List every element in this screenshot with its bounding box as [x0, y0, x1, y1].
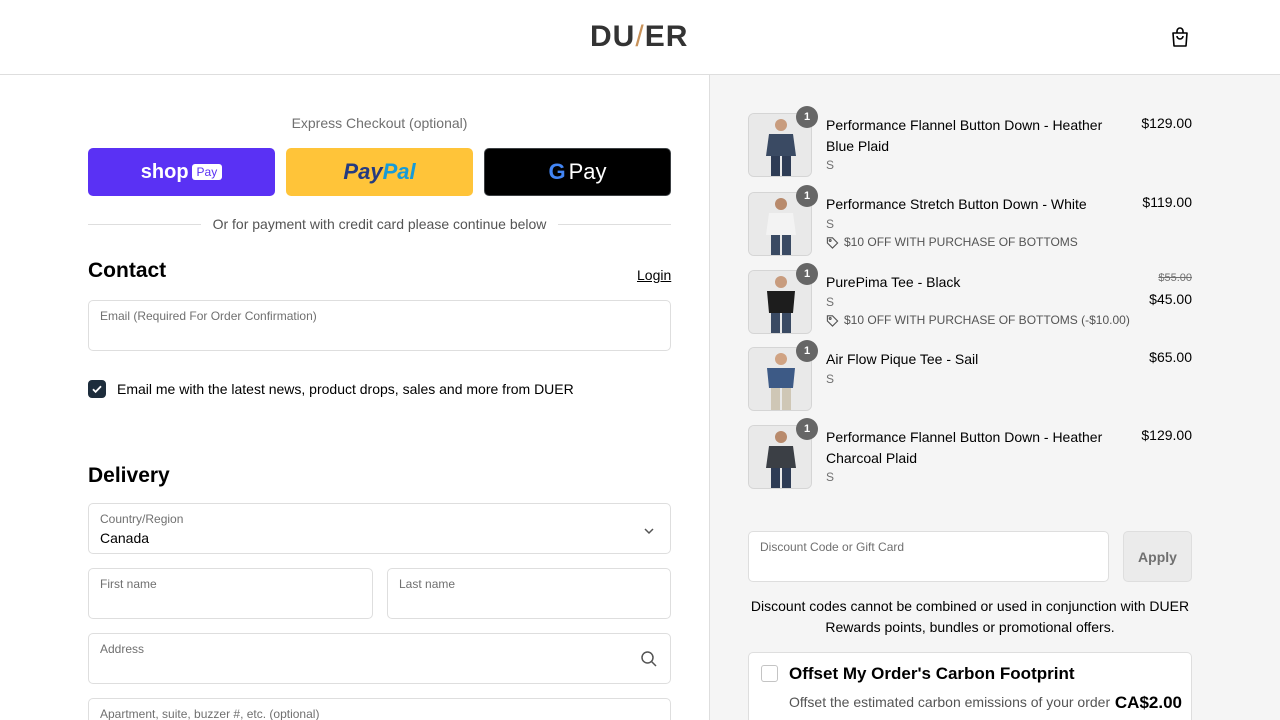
chevron-down-icon: [644, 528, 654, 535]
last-name-label: Last name: [399, 577, 456, 591]
item-variant: S: [826, 470, 835, 484]
item-original-price: $55.00: [1158, 272, 1192, 284]
cart-item: 1 Performance Stretch Button Down - Whit…: [748, 185, 1192, 256]
divider-rule-right: [558, 223, 671, 225]
logo-text-right: ER: [644, 20, 689, 53]
apartment-label: Apartment, suite, buzzer #, etc. (option…: [100, 707, 320, 720]
shop-pay-button[interactable]: shop Pay: [88, 148, 275, 196]
country-select-label: Country/Region: [100, 512, 184, 526]
duer-logo[interactable]: DU/ER: [590, 20, 688, 54]
checkmark-icon: [92, 385, 102, 394]
quantity-badge: 1: [796, 340, 818, 362]
last-name-field[interactable]: Last name: [387, 568, 671, 619]
shop-pay-badge: Pay: [191, 164, 223, 180]
item-discount-text: $10 OFF WITH PURCHASE OF BOTTOMS (-$10.0…: [844, 313, 1130, 327]
tag-icon: [826, 236, 839, 249]
country-select[interactable]: Country/Region Canada: [88, 503, 671, 554]
item-variant: S: [826, 217, 835, 231]
item-variant: S: [826, 158, 835, 172]
discount-code-label: Discount Code or Gift Card: [760, 540, 905, 554]
google-pay-label: Pay: [568, 159, 607, 184]
item-price: $65.00: [1149, 349, 1192, 365]
cart-item: 1 Performance Flannel Button Down - Heat…: [748, 418, 1192, 489]
paypal-wordmark-1: Pay: [343, 159, 383, 184]
item-variant: S: [826, 295, 835, 309]
order-summary-column: 1 Performance Flannel Button Down - Heat…: [710, 75, 1280, 720]
item-price: $119.00: [1142, 194, 1192, 210]
item-price: $129.00: [1141, 115, 1192, 131]
email-field[interactable]: Email (Required For Order Confirmation): [88, 300, 671, 351]
country-select-value: Canada: [100, 530, 150, 546]
contact-heading: Contact: [88, 259, 167, 282]
quantity-badge: 1: [796, 263, 818, 285]
apartment-field[interactable]: Apartment, suite, buzzer #, etc. (option…: [88, 698, 671, 720]
login-link[interactable]: Login: [637, 267, 671, 283]
paypal-wordmark-2: Pal: [382, 159, 416, 184]
carbon-offset-checkbox[interactable]: [761, 665, 778, 682]
delivery-heading: Delivery: [88, 464, 170, 487]
tag-icon: [826, 314, 839, 327]
apply-discount-button[interactable]: Apply: [1123, 531, 1192, 582]
shop-pay-wordmark: shop: [140, 160, 189, 183]
address-label: Address: [100, 642, 145, 656]
divider-rule-left: [88, 223, 201, 225]
carbon-offset-description: Offset the estimated carbon emissions of…: [789, 694, 1111, 710]
quantity-badge: 1: [796, 418, 818, 440]
site-header: DU/ER: [0, 0, 1280, 75]
email-field-label: Email (Required For Order Confirmation): [100, 309, 317, 323]
item-price: $129.00: [1141, 427, 1192, 443]
item-discount-text: $10 OFF WITH PURCHASE OF BOTTOMS: [844, 235, 1078, 249]
divider-text: Or for payment with credit card please c…: [212, 216, 547, 232]
discount-code-field[interactable]: Discount Code or Gift Card: [748, 531, 1109, 582]
item-name: Performance Flannel Button Down - Heathe…: [826, 429, 1103, 466]
cart-item: 1 Air Flow Pique Tee - Sail S $65.00: [748, 340, 1192, 411]
item-name: Air Flow Pique Tee - Sail: [826, 351, 979, 367]
item-discount: $10 OFF WITH PURCHASE OF BOTTOMS (-$10.0…: [826, 313, 1130, 327]
search-icon[interactable]: [640, 650, 658, 668]
quantity-badge: 1: [796, 106, 818, 128]
express-checkout-title: Express Checkout (optional): [291, 115, 468, 131]
paypal-button[interactable]: Pay Pal: [286, 148, 473, 196]
first-name-label: First name: [100, 577, 157, 591]
item-variant: S: [826, 372, 835, 386]
google-pay-button[interactable]: G Pay: [484, 148, 671, 196]
carbon-offset-price: CA$2.00: [1114, 693, 1182, 712]
first-name-field[interactable]: First name: [88, 568, 373, 619]
address-field[interactable]: Address: [88, 633, 671, 684]
newsletter-checkbox[interactable]: [88, 380, 106, 398]
carbon-offset-option[interactable]: Offset My Order's Carbon Footprint Offse…: [748, 652, 1192, 720]
cart-item: 1 PurePima Tee - Black S $10 OFF WITH PU…: [748, 263, 1192, 334]
discount-note: Discount codes cannot be combined or use…: [750, 598, 1190, 635]
google-g-icon: G: [548, 159, 566, 184]
checkout-form-column: Express Checkout (optional) shop Pay Pay…: [0, 75, 710, 720]
item-name: Performance Stretch Button Down - White: [826, 196, 1087, 212]
shopping-bag-icon[interactable]: [1168, 25, 1192, 49]
item-name: Performance Flannel Button Down - Heathe…: [826, 117, 1103, 154]
quantity-badge: 1: [796, 185, 818, 207]
item-name: PurePima Tee - Black: [826, 274, 961, 290]
carbon-offset-title: Offset My Order's Carbon Footprint: [789, 664, 1075, 683]
logo-slash: /: [635, 20, 645, 53]
payment-divider: Or for payment with credit card please c…: [88, 215, 671, 233]
newsletter-option[interactable]: Email me with the latest news, product d…: [88, 380, 574, 398]
cart-item: 1 Performance Flannel Button Down - Heat…: [748, 106, 1192, 177]
item-price: $45.00: [1149, 291, 1192, 307]
newsletter-label: Email me with the latest news, product d…: [117, 381, 574, 397]
item-discount: $10 OFF WITH PURCHASE OF BOTTOMS: [826, 235, 1078, 249]
logo-text-left: DU: [590, 20, 636, 53]
